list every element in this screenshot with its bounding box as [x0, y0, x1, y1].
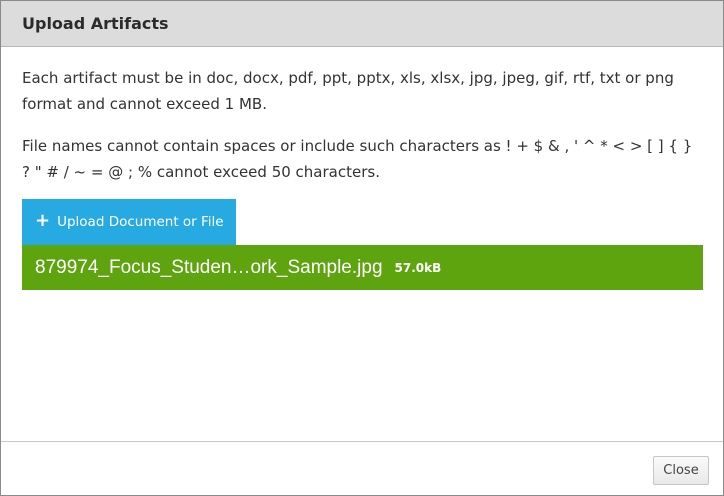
dialog-footer: Close	[1, 441, 723, 495]
upload-document-button[interactable]: + Upload Document or File	[22, 199, 236, 245]
format-requirements-text: Each artifact must be in doc, docx, pdf,…	[22, 69, 674, 113]
file-name: 879974_Focus_Studen…ork_Sample.jpg	[35, 256, 383, 278]
upload-button-label: Upload Document or File	[57, 214, 224, 230]
filename-requirements-text: File names cannot contain spaces or incl…	[22, 137, 693, 181]
file-size: 57.0kB	[394, 260, 442, 275]
upload-artifacts-dialog: Upload Artifacts Each artifact must be i…	[0, 0, 724, 496]
uploaded-file-item[interactable]: 879974_Focus_Studen…ork_Sample.jpg 57.0k…	[22, 245, 703, 290]
dialog-body: Each artifact must be in doc, docx, pdf,…	[1, 47, 723, 290]
close-button[interactable]: Close	[653, 456, 709, 485]
dialog-title: Upload Artifacts	[22, 14, 169, 33]
plus-icon: +	[35, 210, 51, 231]
dialog-header: Upload Artifacts	[1, 1, 723, 47]
